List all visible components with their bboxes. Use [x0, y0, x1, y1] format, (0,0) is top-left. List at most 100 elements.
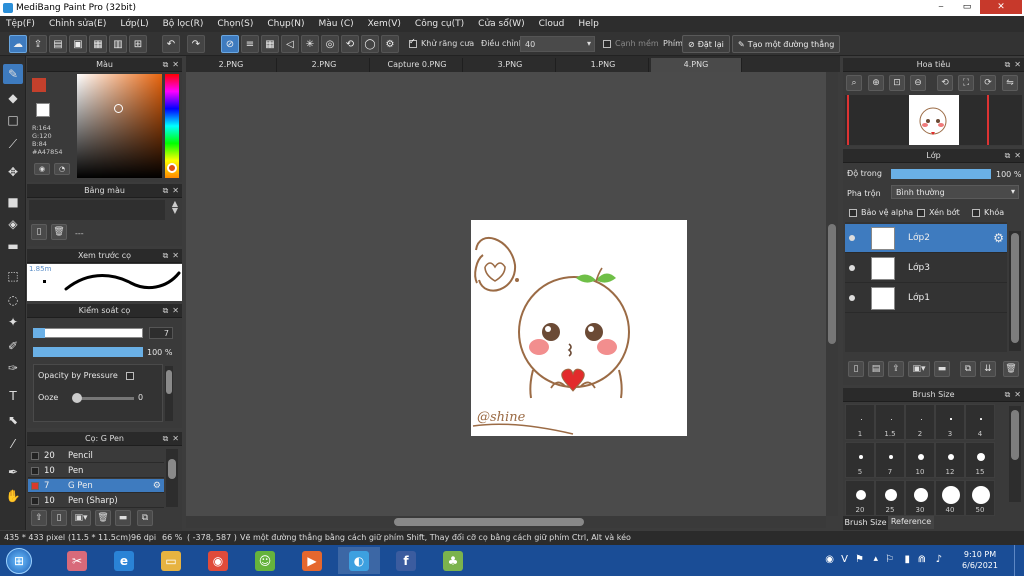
brush-item[interactable]: 10 Pen [28, 464, 164, 478]
brush-tool-icon[interactable]: ✎ [3, 64, 23, 84]
layer-row[interactable]: Lớp3 [845, 254, 1007, 283]
divide-tool-icon[interactable]: ✒ [3, 462, 23, 482]
menu-help[interactable]: Help [578, 19, 599, 29]
menu-layer[interactable]: Lớp(L) [120, 19, 148, 29]
brush-size-cell[interactable]: 1 [845, 404, 875, 440]
sv-cursor[interactable] [114, 104, 123, 113]
lock-checkbox[interactable] [972, 209, 980, 217]
parallel-snap-icon[interactable]: ≡ [241, 35, 259, 53]
float-icon[interactable]: ⧉ [163, 186, 169, 195]
menu-select[interactable]: Chọn(S) [217, 19, 253, 29]
close-icon[interactable]: ✕ [172, 434, 179, 443]
dot-tool-icon[interactable]: □ [3, 110, 23, 130]
saturation-value-picker[interactable] [77, 74, 162, 178]
eye-icon[interactable] [849, 295, 855, 301]
brush-size-cell[interactable]: 15 [965, 442, 995, 478]
grid-icon[interactable]: ▥ [109, 35, 127, 53]
share-icon[interactable]: ⇪ [29, 35, 47, 53]
layer-list-scroll-thumb[interactable] [1011, 233, 1019, 343]
tab-4-png[interactable]: 4.PNG [651, 58, 742, 72]
start-button[interactable]: ⊞ [6, 548, 32, 574]
brush-size-cell[interactable]: 30 [905, 480, 935, 516]
brush-size-scroll-thumb[interactable] [1011, 410, 1019, 460]
ooze-slider[interactable] [74, 397, 134, 400]
clipping-checkbox[interactable] [917, 209, 925, 217]
rotate-right-icon[interactable]: ⟳ [980, 75, 996, 91]
zoom-out-icon[interactable]: ⊖ [910, 75, 926, 91]
eye-icon[interactable] [849, 235, 855, 241]
menu-capture[interactable]: Chụp(N) [267, 19, 304, 29]
menu-window[interactable]: Cửa sổ(W) [478, 19, 524, 29]
tray-network-icon[interactable]: ⚑ [855, 554, 864, 565]
brush-item[interactable]: 20 Pencil [28, 449, 164, 463]
flip-icon[interactable]: ⇋ [1002, 75, 1018, 91]
brush-list-scrollbar[interactable] [166, 449, 178, 507]
magic-wand-tool-icon[interactable]: ✦ [3, 312, 23, 332]
straight-line-button[interactable]: ✎ Tạo một đường thẳng [732, 35, 841, 53]
ellipse-snap-icon[interactable]: ◯ [361, 35, 379, 53]
background-color-swatch[interactable] [36, 103, 50, 117]
cross-snap-icon[interactable]: ▦ [261, 35, 279, 53]
select-pen-tool-icon[interactable]: ✐ [3, 336, 23, 356]
menu-filter[interactable]: Bộ lọc(R) [163, 19, 204, 29]
brush-size-cell[interactable]: 25 [875, 480, 905, 516]
reset-button[interactable]: ⊘ Đặt lại [682, 35, 730, 53]
trash-icon[interactable]: 🗑 [95, 510, 111, 526]
radial-snap-icon[interactable]: ✳ [301, 35, 319, 53]
brush-size-cell[interactable]: 10 [905, 442, 935, 478]
text-tool-icon[interactable]: T [3, 386, 23, 406]
tray-app-icon[interactable]: ◉ [825, 554, 834, 565]
brush-item[interactable]: 10 Pen (Sharp) [28, 494, 164, 508]
float-icon[interactable]: ⧉ [163, 60, 169, 69]
taskbar-app-paint-app[interactable]: ✂ [56, 547, 98, 574]
navigator-preview[interactable] [845, 95, 1022, 145]
hue-knob[interactable] [167, 163, 177, 173]
folder-icon[interactable]: ▬ [115, 510, 131, 526]
taskbar-app-explorer[interactable]: ▭ [150, 547, 192, 574]
blend-mode-select[interactable]: Bình thường ▾ [891, 185, 1019, 199]
zoom-search-icon[interactable]: ⌕ [846, 75, 862, 91]
maximize-button[interactable]: ▭ [954, 0, 980, 14]
merge-layer-icon[interactable]: ⇊ [980, 361, 996, 377]
eye-icon[interactable] [849, 265, 855, 271]
brush-size-cell[interactable]: 4 [965, 404, 995, 440]
zoom-in-icon[interactable]: ⊕ [868, 75, 884, 91]
tray-show-hidden-icon[interactable]: ▴ [873, 554, 878, 564]
foreground-color-swatch[interactable] [32, 78, 46, 92]
close-button[interactable]: ✕ [980, 0, 1022, 14]
taskbar-app-facebook[interactable]: f [385, 547, 427, 574]
duplicate-layer-icon[interactable]: ⧉ [960, 361, 976, 377]
eyedropper-tool-icon[interactable]: ⁄ [3, 434, 23, 454]
layer-menu-icon[interactable]: ▣▾ [908, 361, 930, 377]
import-layer-icon[interactable]: ⇪ [888, 361, 904, 377]
tab-2-png-b[interactable]: 2.PNG [279, 58, 370, 72]
fit-screen-icon[interactable]: ⛶ [958, 75, 974, 91]
taskbar-app-green-app[interactable]: ☺ [244, 547, 286, 574]
brush-size-cell[interactable]: 20 [845, 480, 875, 516]
new-brush-icon[interactable]: ▯ [51, 510, 67, 526]
soft-edge-checkbox[interactable] [603, 40, 611, 48]
tray-flag-icon[interactable]: ⚐ [885, 554, 894, 565]
shape-tool-icon[interactable]: ■ [3, 192, 23, 212]
bucket-tool-icon[interactable]: ◈ [3, 214, 23, 234]
snap-off-icon[interactable]: ⊘ [221, 35, 239, 53]
taskbar-app-media[interactable]: ▶ [291, 547, 333, 574]
add-brush-icon[interactable]: ⇧ [31, 510, 47, 526]
new-layer-alt-icon[interactable]: ▤ [868, 361, 884, 377]
rotate-left-icon[interactable]: ⟲ [937, 75, 953, 91]
ooze-knob[interactable] [72, 393, 82, 403]
close-icon[interactable]: ✕ [172, 60, 179, 69]
picker-icon[interactable]: ◔ [54, 163, 70, 175]
brush-size-cell[interactable]: 3 [935, 404, 965, 440]
minimize-button[interactable]: ⎯ [928, 0, 954, 14]
canvas-vertical-scrollbar[interactable] [826, 72, 838, 516]
brush-size-cell[interactable]: 12 [935, 442, 965, 478]
gear-icon[interactable]: ⚙ [153, 479, 161, 493]
taskbar-app-ie[interactable]: e [103, 547, 145, 574]
brush-list-scroll-thumb[interactable] [168, 459, 176, 479]
brush-size-scrollbar[interactable] [1009, 406, 1021, 502]
brush-options-scroll-thumb[interactable] [166, 370, 172, 394]
menu-edit[interactable]: Chỉnh sửa(E) [49, 19, 106, 29]
float-icon[interactable]: ⧉ [163, 251, 169, 260]
tray-wifi-icon[interactable]: ⋒ [918, 554, 926, 565]
